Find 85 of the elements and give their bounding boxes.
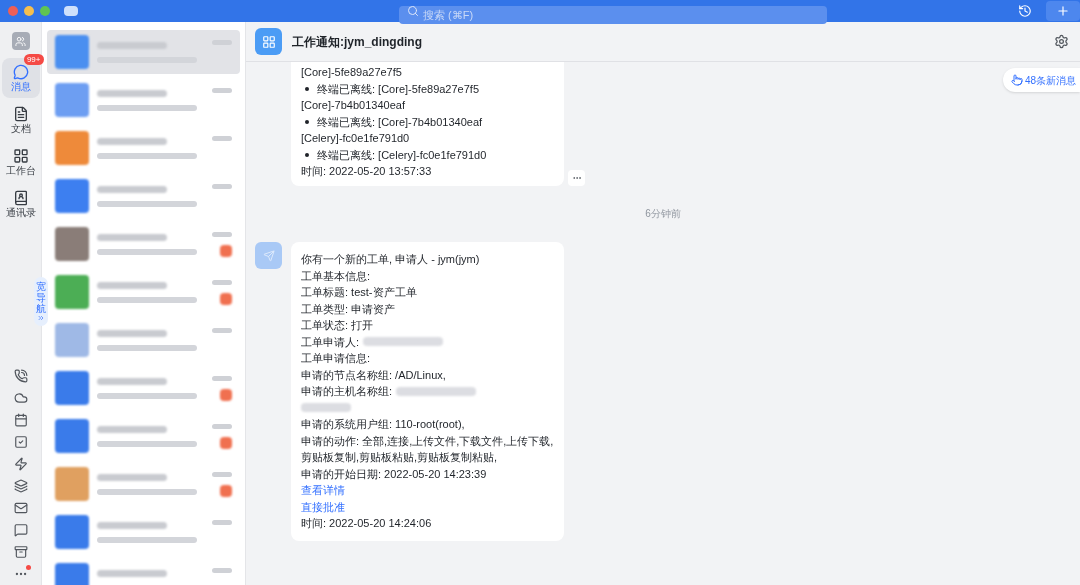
- blurred-time: [212, 135, 232, 141]
- settings-icon[interactable]: [1054, 34, 1069, 49]
- blurred-name: [97, 41, 167, 49]
- bullet-icon: [305, 86, 309, 91]
- bullet-icon: [305, 119, 309, 124]
- blurred-name: [97, 233, 167, 241]
- layers-icon[interactable]: [13, 479, 28, 493]
- blurred-name: [97, 329, 167, 337]
- message-line: [Celery]-fc0e1fe791d0: [301, 131, 410, 146]
- search-icon: [407, 5, 419, 17]
- redacted-block: [301, 403, 351, 413]
- add-button[interactable]: [1046, 1, 1080, 21]
- blurred-name: [97, 569, 167, 577]
- blurred-name: [97, 281, 167, 289]
- message-link[interactable]: 查看详情: [301, 482, 345, 499]
- group-avatar: [255, 28, 282, 55]
- nav-icon: [12, 63, 29, 80]
- message-line: 剪贴板复制,剪贴板粘贴,剪贴板复制粘贴,: [301, 450, 498, 465]
- nav-icon: [12, 147, 29, 164]
- lightning-icon[interactable]: [13, 457, 28, 471]
- blurred-name: [97, 137, 167, 145]
- message-line: 终端已离线: [Celery]-fc0e1fe791d0: [317, 147, 487, 163]
- chat-list-item[interactable]: [47, 30, 240, 74]
- blurred-name: [97, 425, 167, 433]
- blurred-time: [212, 471, 232, 477]
- message-line: 工单申请信息:: [301, 351, 371, 366]
- message-line: 工单基本信息:: [301, 268, 371, 284]
- message-line: 你有一个新的工单, 申请人 - jym(jym): [301, 252, 480, 267]
- message-line: [Core]-7b4b01340eaf: [301, 98, 405, 113]
- plus-icon: [1056, 4, 1070, 18]
- calendar-icon[interactable]: [13, 413, 28, 427]
- blurred-name: [97, 185, 167, 193]
- nav-item[interactable]: 通讯录: [1, 184, 40, 224]
- message-line: 终端已离线: [Core]-5fe89a27e7f5: [317, 81, 480, 97]
- minimize-window-icon[interactable]: [24, 6, 34, 16]
- blurred-time: [212, 375, 232, 381]
- nav-item[interactable]: 工作台: [1, 142, 40, 182]
- message-line: [Core]-5fe89a27e7f5: [301, 65, 402, 80]
- checkbox-icon[interactable]: [13, 435, 28, 449]
- mail-icon[interactable]: [13, 501, 28, 515]
- message-line: 申请的系统用户组: 110-root(root),: [301, 417, 465, 432]
- message-line: 申请的开始日期: 2022-05-20 14:23:39: [301, 466, 487, 482]
- hand-pointer-icon: [1010, 74, 1023, 86]
- phone-icon[interactable]: [13, 369, 28, 383]
- more-options-button[interactable]: [568, 169, 585, 186]
- cloud-icon[interactable]: [13, 391, 28, 405]
- blurred-name: [97, 89, 167, 97]
- blurred-name: [97, 377, 167, 385]
- message-line: 申请的主机名称组:: [301, 384, 393, 399]
- blurred-name: [97, 473, 167, 481]
- archive-icon[interactable]: [13, 545, 28, 559]
- blurred-time: [212, 183, 232, 189]
- nav-icon: [12, 105, 29, 122]
- conversation-title: 工作通知:jym_dingding: [292, 33, 422, 51]
- chat-bubble-icon[interactable]: [13, 523, 28, 537]
- time-divider: 6分钟前: [645, 206, 681, 221]
- message-line: 工单类型: 申请资产: [301, 301, 396, 317]
- blurred-time: [212, 519, 232, 525]
- message-link[interactable]: 直接批准: [301, 498, 345, 515]
- blurred-time: [212, 423, 232, 429]
- blurred-time: [212, 327, 232, 333]
- nav-item[interactable]: 文档: [1, 100, 40, 140]
- blurred-name: [97, 521, 167, 529]
- message-line: 申请的节点名称组: /AD/Linux,: [301, 367, 446, 383]
- history-icon[interactable]: [1018, 4, 1032, 18]
- blurred-time: [212, 567, 232, 573]
- wide-navigation-toggle[interactable]: 宽导航: [34, 277, 48, 326]
- blurred-time: [212, 279, 232, 285]
- message-line: 终端已离线: [Core]-7b4b01340eaf: [317, 114, 483, 130]
- search-field[interactable]: 搜索 (⌘F): [399, 6, 827, 24]
- message-line: 工单状态: 打开: [301, 318, 374, 333]
- blurred-time: [212, 231, 232, 237]
- blurred-time: [212, 87, 232, 93]
- app-logo-icon: [64, 6, 78, 16]
- message-line: 时间: 2022-05-20 13:57:33: [301, 164, 432, 179]
- sender-avatar: [255, 242, 282, 269]
- bullet-icon: [305, 152, 309, 157]
- new-messages-pill[interactable]: 48条新消息: [1002, 68, 1080, 92]
- chevrons-right-icon: [37, 314, 45, 322]
- unread-badge: 99+: [23, 54, 44, 65]
- message-line: 工单申请人:: [301, 334, 360, 350]
- message-line: 工单标题: test-资产工单: [301, 285, 417, 300]
- nav-icon: [12, 189, 29, 206]
- message-line: 时间: 2022-05-20 14:24:06: [301, 516, 432, 531]
- message-line: 申请的动作: 全部,连接,上传文件,下载文件,上传下载,: [301, 433, 554, 449]
